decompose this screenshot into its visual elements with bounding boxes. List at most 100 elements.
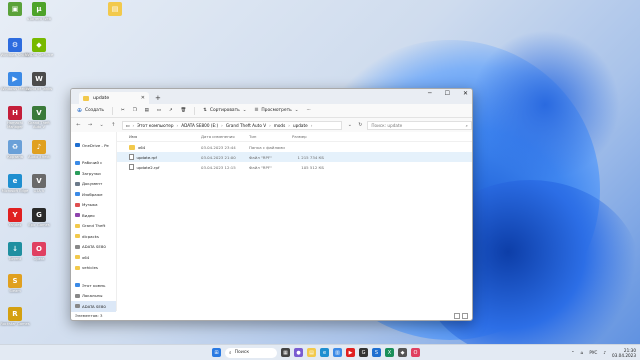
youtube-icon[interactable]: ▶	[346, 348, 355, 357]
file-list: Имя Дата изменения Тип Размер x64 03.04.2…	[117, 132, 472, 311]
clock[interactable]: 21:30 03.04.2023	[612, 348, 636, 358]
nav-item[interactable]: vehicles	[71, 263, 116, 274]
delete-icon[interactable]: 🗑	[181, 108, 187, 113]
app-icon[interactable]: ◆	[398, 348, 407, 357]
nav-item[interactable]: Этот компь	[71, 280, 116, 291]
address-bar[interactable]: ▭ › Этот компьютер › ADATA SE800 (E:) › …	[121, 120, 342, 130]
wallpaper-bloom	[470, 30, 620, 180]
navigation-pane: OneDrive - Pe Рабочий с Загрузки Документ Из…	[71, 132, 117, 312]
epic-icon[interactable]: G	[359, 348, 368, 357]
share-icon[interactable]: ↗	[169, 108, 173, 113]
breadcrumb-this-pc[interactable]: Этот компьютер	[137, 123, 173, 128]
breadcrumb-mods[interactable]: mods	[274, 123, 285, 128]
app-icon: ▶	[8, 72, 22, 86]
nav-item-label: Grand Theft	[82, 223, 106, 229]
create-button[interactable]: ⊕ Создать	[77, 107, 104, 114]
nav-item[interactable]: Grand Theft	[71, 221, 116, 232]
nav-item-label: Видео	[82, 212, 95, 218]
desktop-icon[interactable]: µ uTorrent Web	[24, 2, 54, 21]
network-icon[interactable]: ⌂	[581, 350, 584, 355]
new-tab-button[interactable]: +	[155, 94, 161, 102]
system-tray: ⌃ ⌂ РУС ♪ 21:30 03.04.2023	[571, 348, 636, 358]
minimize-button[interactable]: ─	[428, 90, 432, 97]
desktop-icon[interactable]: O Opera	[24, 242, 54, 261]
taskbar-search[interactable]: ⌕ Поиск	[225, 347, 277, 358]
nav-item[interactable]: Локальны	[71, 291, 116, 302]
desktop-icon[interactable]: V Grand Theft Auto V	[24, 106, 54, 129]
forward-button[interactable]: →	[87, 122, 94, 128]
search-icon: ⌕	[465, 122, 468, 128]
close-button[interactable]: ✕	[463, 90, 468, 97]
start-button[interactable]: ⊞	[212, 348, 221, 357]
column-type[interactable]: Тип	[249, 134, 290, 139]
file-explorer-icon[interactable]: ▤	[307, 348, 316, 357]
nav-item[interactable]: Изображе	[71, 189, 116, 200]
file-row[interactable]: update.rpf 03.04.2023 21:00 Файл "RPF" 1 21…	[117, 152, 472, 162]
copy-icon[interactable]: ❐	[133, 108, 137, 113]
volume-icon[interactable]: ♪	[603, 350, 606, 355]
maximize-button[interactable]: ☐	[445, 90, 450, 97]
nav-item[interactable]: Видео	[71, 210, 116, 221]
file-explorer-window: update ✕ + ─ ☐ ✕ ⊕ Создать ✂ ❐ ▤ ▭ ↗ 🗑 ⇅…	[70, 88, 473, 321]
desktop-icon-label: Grand Theft Auto V	[28, 121, 50, 129]
desktop-icon[interactable]: R Rockstar Games	[0, 307, 30, 326]
breadcrumb-gta[interactable]: Grand Theft Auto V	[226, 123, 266, 128]
sort-label: Сортировать	[209, 108, 240, 113]
view-button[interactable]: ☰ Просмотреть ⌄	[254, 108, 298, 113]
up-button[interactable]: ↑	[110, 122, 117, 128]
refresh-icon[interactable]: ↻	[358, 122, 362, 128]
column-date[interactable]: Дата изменения	[201, 134, 249, 139]
language-indicator[interactable]: РУС	[589, 350, 597, 355]
desktop-icon[interactable]: S Steam	[0, 274, 30, 293]
back-button[interactable]: ←	[75, 122, 82, 128]
app-icon: ▣	[8, 2, 22, 16]
nav-item[interactable]: dlcpacks	[71, 231, 116, 242]
task-view-icon[interactable]: ▦	[281, 348, 290, 357]
folder-icon	[75, 293, 80, 298]
edge-icon[interactable]: e	[320, 348, 329, 357]
rename-icon[interactable]: ▭	[157, 108, 161, 113]
store-icon[interactable]: ▥	[333, 348, 342, 357]
opera-icon[interactable]: O	[411, 348, 420, 357]
recent-chevron-icon[interactable]: ⌄	[98, 122, 105, 128]
computer-icon: ▭	[125, 122, 130, 128]
paste-icon[interactable]: ▤	[145, 108, 149, 113]
breadcrumb-update[interactable]: update	[293, 123, 308, 128]
folder-icon	[75, 255, 80, 260]
file-row[interactable]: x64 03.04.2023 23:44 Папка с файлами	[117, 142, 472, 152]
sort-button[interactable]: ⇅ Сортировать ⌄	[203, 108, 246, 113]
cut-icon[interactable]: ✂	[121, 108, 125, 113]
chat-icon[interactable]: ●	[294, 348, 303, 357]
tray-chevron-icon[interactable]: ⌃	[571, 350, 575, 355]
nav-item[interactable]: OneDrive - Pe	[71, 140, 116, 151]
desktop-icon[interactable]: W World of Tanks	[24, 72, 54, 91]
column-name[interactable]: Имя	[117, 134, 201, 139]
desktop-icon[interactable]: ◆ NVIDIA GeForce	[24, 38, 54, 57]
nav-item[interactable]: ADATA SE80	[71, 242, 116, 253]
close-tab-icon[interactable]: ✕	[141, 95, 145, 101]
breadcrumb-drive[interactable]: ADATA SE800 (E:)	[181, 123, 218, 128]
plus-icon: ⊕	[77, 107, 83, 114]
nav-item[interactable]: Документ	[71, 179, 116, 190]
tiles-view-button[interactable]	[462, 313, 468, 319]
nav-item[interactable]: ADATA SE80	[71, 301, 116, 312]
nav-item[interactable]: Музыка	[71, 200, 116, 211]
steam-icon[interactable]: S	[372, 348, 381, 357]
desktop-icon[interactable]: ▤	[100, 2, 130, 17]
file-row[interactable]: update2.rpf 03.04.2023 12:15 Файл "RPF" 105…	[117, 162, 472, 172]
taskbar-search-label: Поиск	[234, 350, 250, 355]
more-options-button[interactable]: ···	[306, 108, 310, 113]
file-name: x64	[117, 144, 201, 150]
nav-item[interactable]: Рабочий с	[71, 158, 116, 169]
search-input[interactable]: Поиск: update ⌕	[367, 120, 472, 130]
nav-item[interactable]: Загрузки	[71, 168, 116, 179]
desktop-icon[interactable]: G Epic Games	[24, 208, 54, 227]
xbox-icon[interactable]: X	[385, 348, 394, 357]
desktop-icon[interactable]: ♪ Audio Effect	[24, 140, 54, 159]
desktop-icon[interactable]: V GTA V	[24, 174, 54, 193]
address-dropdown-icon[interactable]: ⌄	[347, 122, 354, 128]
nav-item[interactable]: x64	[71, 252, 116, 263]
details-view-button[interactable]	[454, 313, 460, 319]
column-size[interactable]: Размер	[290, 134, 330, 139]
tab-update[interactable]: update ✕	[79, 92, 149, 104]
